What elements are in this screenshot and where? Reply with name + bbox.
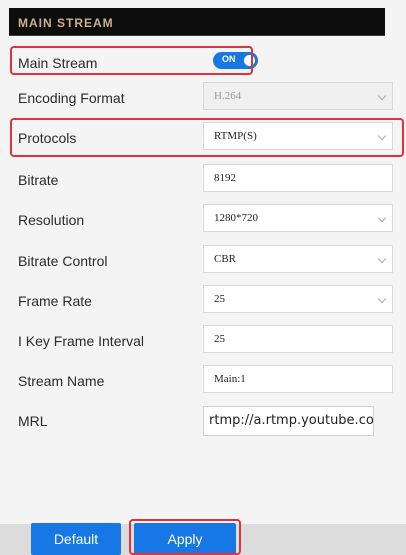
frame-rate-row: Frame Rate 25 [10, 283, 404, 319]
stream-name-row: Stream Name Main:1 [10, 363, 404, 399]
bitrate-row: Bitrate 8192 [10, 162, 404, 198]
default-button[interactable]: Default [31, 523, 121, 555]
i-key-frame-interval-row: I Key Frame Interval 25 [10, 323, 404, 359]
resolution-value: 1280*720 [214, 212, 258, 224]
mrl-label: MRL [18, 413, 48, 429]
mrl-value: rtmp://a.rtmp.youtube.com/l [209, 413, 374, 428]
stream-name-label: Stream Name [18, 373, 105, 389]
chevron-down-icon [377, 91, 387, 101]
mrl-input[interactable]: rtmp://a.rtmp.youtube.com/l [203, 406, 374, 436]
encoding-format-row: Encoding Format H.264 [10, 80, 404, 116]
frame-rate-value: 25 [214, 293, 225, 305]
default-button-label: Default [53, 531, 99, 547]
section-header: MAIN STREAM [9, 8, 385, 36]
highlight-main-stream [10, 46, 253, 75]
stream-name-input[interactable]: Main:1 [203, 365, 393, 393]
i-key-frame-interval-input[interactable]: 25 [203, 325, 393, 353]
i-key-frame-interval-value: 25 [214, 333, 225, 345]
chevron-down-icon [377, 213, 387, 223]
bitrate-value: 8192 [214, 172, 236, 184]
section-title: MAIN STREAM [18, 16, 114, 30]
encoding-format-value: H.264 [214, 90, 242, 102]
bitrate-control-label: Bitrate Control [18, 253, 108, 269]
bitrate-control-row: Bitrate Control CBR [10, 243, 404, 279]
resolution-row: Resolution 1280*720 [10, 202, 404, 238]
chevron-down-icon [377, 294, 387, 304]
stream-name-value: Main:1 [214, 373, 246, 385]
encoding-format-select: H.264 [203, 82, 393, 110]
bitrate-control-value: CBR [214, 253, 237, 265]
i-key-frame-interval-label: I Key Frame Interval [18, 333, 145, 349]
frame-rate-select[interactable]: 25 [203, 285, 393, 313]
resolution-select[interactable]: 1280*720 [203, 204, 393, 232]
bitrate-input[interactable]: 8192 [203, 164, 393, 192]
resolution-label: Resolution [18, 212, 85, 228]
bitrate-label: Bitrate [18, 172, 59, 188]
encoding-format-label: Encoding Format [18, 90, 125, 106]
chevron-down-icon [377, 254, 387, 264]
main-stream-settings-panel: MAIN STREAM Main Stream ON Encoding Form… [0, 0, 406, 555]
frame-rate-label: Frame Rate [18, 293, 92, 309]
highlight-protocols [10, 118, 404, 157]
bitrate-control-select[interactable]: CBR [203, 245, 393, 273]
highlight-apply [129, 519, 241, 555]
